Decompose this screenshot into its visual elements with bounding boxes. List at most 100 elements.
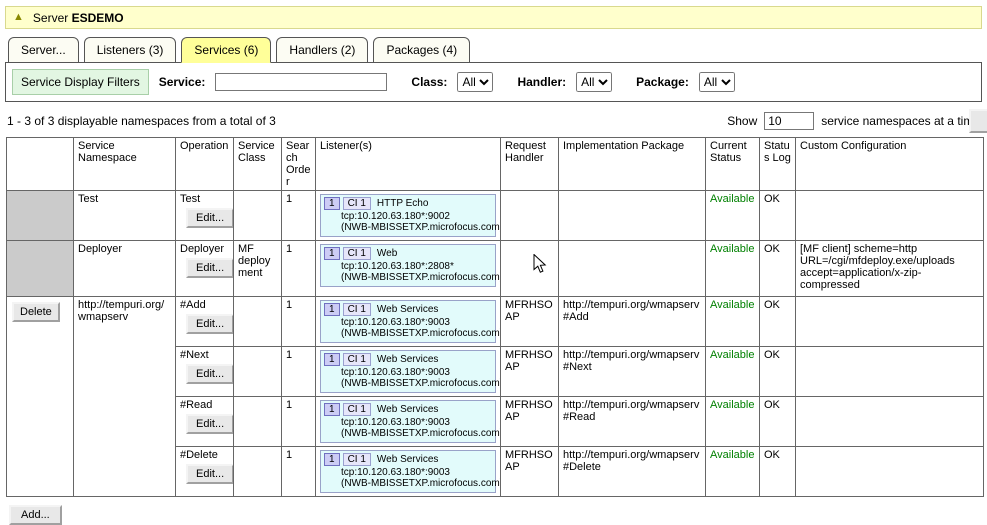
search-order-cell: 1 <box>282 297 316 347</box>
refresh-button-partial[interactable] <box>969 109 987 133</box>
package-filter-label: Package: <box>636 75 689 89</box>
request-handler-cell: MFRHSOAP <box>501 297 559 347</box>
custom-config-cell <box>796 397 984 447</box>
tab-bar: Server... Listeners (3) Services (6) Han… <box>8 37 982 63</box>
operation-name: Deployer <box>180 243 229 255</box>
listeners-cell: 1 CI 1 Web Services tcp:10.120.63.180*:9… <box>316 347 501 397</box>
listener-name: HTTP Echo <box>374 198 429 209</box>
listener-index: 1 <box>324 303 340 316</box>
listener-box: 1 CI 1 Web Services tcp:10.120.63.180*:9… <box>320 350 496 393</box>
impl-package-cell <box>559 191 706 241</box>
status-badge: Available <box>710 193 754 205</box>
operation-cell: #Delete Edit... <box>176 447 234 497</box>
current-status-cell: Available <box>706 347 760 397</box>
service-filter-label: Service: <box>159 75 206 89</box>
listener-name: Web Services <box>374 304 439 315</box>
search-order-cell: 1 <box>282 397 316 447</box>
pagination-row: 1 - 3 of 3 displayable namespaces from a… <box>7 112 980 130</box>
listener-ci-badge: CI 1 <box>343 197 371 210</box>
service-class-cell <box>234 297 282 347</box>
edit-button[interactable]: Edit... <box>186 414 234 434</box>
listener-host: (NWB-MBISSETXP.microfocus.com) <box>341 272 492 283</box>
listener-name: Web Services <box>374 404 439 415</box>
add-button[interactable]: Add... <box>9 505 62 525</box>
service-class-cell <box>234 191 282 241</box>
service-class-cell <box>234 447 282 497</box>
operation-cell: Test Edit... <box>176 191 234 241</box>
col-current-status: Current Status <box>706 138 760 191</box>
tab-handlers[interactable]: Handlers (2) <box>276 37 368 63</box>
listener-address: tcp:10.120.63.180*:9003 <box>341 317 492 328</box>
tab-services[interactable]: Services (6) <box>181 37 271 63</box>
show-count-input[interactable] <box>764 112 814 130</box>
delete-button[interactable]: Delete <box>12 302 60 322</box>
tab-listeners[interactable]: Listeners (3) <box>84 37 177 63</box>
listener-index: 1 <box>324 403 340 416</box>
status-log-cell: OK <box>760 241 796 297</box>
package-filter-select[interactable]: All <box>699 72 735 92</box>
operation-cell: #Read Edit... <box>176 397 234 447</box>
server-titlebar: ▲ Server ESDEMO <box>5 6 982 29</box>
service-filter-input[interactable] <box>215 73 387 91</box>
namespace-cell: Test <box>74 191 176 241</box>
impl-package-cell: http://tempuri.org/wmapserv#Read <box>559 397 706 447</box>
tab-packages[interactable]: Packages (4) <box>373 37 470 63</box>
page: ▲ Server ESDEMO Server... Listeners (3) … <box>0 0 987 525</box>
listener-host: (NWB-MBISSETXP.microfocus.com) <box>341 428 492 439</box>
col-custom-configuration: Custom Configuration <box>796 138 984 191</box>
listener-host: (NWB-MBISSETXP.microfocus.com) <box>341 222 492 233</box>
filter-panel: Service Display Filters Service: Class: … <box>5 62 982 102</box>
collapse-triangle-icon[interactable]: ▲ <box>13 12 24 23</box>
operation-name: #Delete <box>180 449 229 461</box>
tab-server[interactable]: Server... <box>8 37 79 63</box>
listener-name: Web <box>374 248 397 259</box>
table-row: Delete http://tempuri.org/wmapserv #Add … <box>7 297 984 347</box>
table-row: Deployer Deployer Edit... MF deployment … <box>7 241 984 297</box>
listener-ci-badge: CI 1 <box>343 403 371 416</box>
operation-name: #Next <box>180 349 229 361</box>
current-status-cell: Available <box>706 397 760 447</box>
filter-panel-title: Service Display Filters <box>12 69 149 95</box>
table-header-row: Service Namespace Operation Service Clas… <box>7 138 984 191</box>
status-badge: Available <box>710 399 754 411</box>
edit-button[interactable]: Edit... <box>186 258 234 278</box>
actions-cell: Delete <box>7 297 74 497</box>
namespace-cell: http://tempuri.org/wmapserv <box>74 297 176 497</box>
operation-name: Test <box>180 193 229 205</box>
edit-button[interactable]: Edit... <box>186 364 234 384</box>
listener-box: 1 CI 1 HTTP Echo tcp:10.120.63.180*:9002… <box>320 194 496 237</box>
edit-button[interactable]: Edit... <box>186 314 234 334</box>
listener-name: Web Services <box>374 354 439 365</box>
status-log-cell: OK <box>760 297 796 347</box>
status-badge: Available <box>710 299 754 311</box>
request-handler-cell: MFRHSOAP <box>501 447 559 497</box>
listener-host: (NWB-MBISSETXP.microfocus.com) <box>341 378 492 389</box>
status-log-cell: OK <box>760 447 796 497</box>
current-status-cell: Available <box>706 297 760 347</box>
actions-cell <box>7 191 74 241</box>
server-name: ESDEMO <box>72 11 124 25</box>
edit-button[interactable]: Edit... <box>186 208 234 228</box>
custom-config-cell <box>796 447 984 497</box>
handler-filter-select[interactable]: All <box>576 72 612 92</box>
status-log-cell: OK <box>760 191 796 241</box>
status-badge: Available <box>710 243 754 255</box>
listener-ci-badge: CI 1 <box>343 303 371 316</box>
listener-index: 1 <box>324 197 340 210</box>
listener-box: 1 CI 1 Web Services tcp:10.120.63.180*:9… <box>320 450 496 493</box>
listener-box: 1 CI 1 Web Services tcp:10.120.63.180*:9… <box>320 400 496 443</box>
request-handler-cell: MFRHSOAP <box>501 397 559 447</box>
results-summary: 1 - 3 of 3 displayable namespaces from a… <box>7 114 276 128</box>
col-service-class: Service Class <box>234 138 282 191</box>
impl-package-cell: http://tempuri.org/wmapserv#Next <box>559 347 706 397</box>
class-filter-select[interactable]: All <box>457 72 493 92</box>
custom-config-cell <box>796 347 984 397</box>
show-label: Show <box>727 114 757 128</box>
server-label: Server ESDEMO <box>33 11 124 25</box>
edit-button[interactable]: Edit... <box>186 464 234 484</box>
listener-index: 1 <box>324 353 340 366</box>
listener-ci-badge: CI 1 <box>343 353 371 366</box>
search-order-cell: 1 <box>282 347 316 397</box>
search-order-cell: 1 <box>282 191 316 241</box>
operation-cell: Deployer Edit... <box>176 241 234 297</box>
